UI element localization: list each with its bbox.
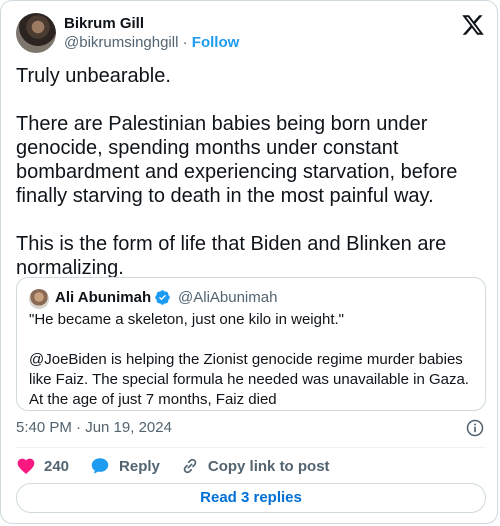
like-button[interactable]: 240 — [16, 456, 69, 476]
post-text: Truly unbearable. There are Palestinian … — [16, 64, 486, 304]
quoted-text-clip: "He became a skeleton, just one kilo in … — [17, 310, 485, 410]
copy-link-button[interactable]: Copy link to post — [180, 456, 330, 476]
quoted-author-handle: @AliAbunimah — [178, 289, 278, 306]
follow-link[interactable]: Follow — [192, 34, 240, 51]
quoted-text: "He became a skeleton, just one kilo in … — [29, 310, 473, 410]
like-count: 240 — [44, 457, 70, 475]
post-paragraph: Truly unbearable. — [16, 65, 171, 87]
reply-button[interactable]: Reply — [89, 455, 160, 477]
quoted-paragraph: @JoeBiden is helping the Zionist genocid… — [29, 351, 469, 408]
post-timestamp[interactable]: 5:40 PM · Jun 19, 2024 — [16, 419, 172, 436]
quoted-post[interactable]: Ali Abunimah @AliAbunimah "He became a s… — [16, 277, 486, 411]
heart-icon — [17, 458, 35, 474]
copy-link-label: Copy link to post — [207, 457, 330, 475]
post-paragraph: This is the form of life that Biden and … — [16, 233, 447, 279]
reply-label: Reply — [119, 457, 160, 475]
author-name[interactable]: Bikrum Gill — [64, 15, 144, 32]
handle-separator: · — [182, 34, 188, 51]
action-bar: 240 Reply Copy link to post — [16, 454, 350, 478]
quoted-paragraph: "He became a skeleton, just one kilo in … — [29, 311, 344, 328]
info-icon[interactable] — [465, 418, 485, 438]
author-handle[interactable]: @bikrumsinghgill — [64, 34, 178, 51]
author-handle-line: @bikrumsinghgill · Follow — [64, 34, 239, 51]
post-paragraph: There are Palestinian babies being born … — [16, 113, 458, 207]
embedded-post-card: Bikrum Gill @bikrumsinghgill · Follow Tr… — [0, 0, 498, 524]
x-logo-icon[interactable] — [461, 13, 485, 37]
verified-badge-icon — [155, 290, 170, 305]
read-replies-button[interactable]: Read 3 replies — [16, 483, 486, 513]
quoted-author-avatar — [29, 289, 49, 309]
link-icon — [183, 458, 197, 474]
quoted-author-name: Ali Abunimah — [55, 289, 152, 306]
author-avatar[interactable] — [16, 13, 56, 53]
divider — [16, 447, 486, 448]
reply-bubble-icon — [91, 458, 109, 474]
